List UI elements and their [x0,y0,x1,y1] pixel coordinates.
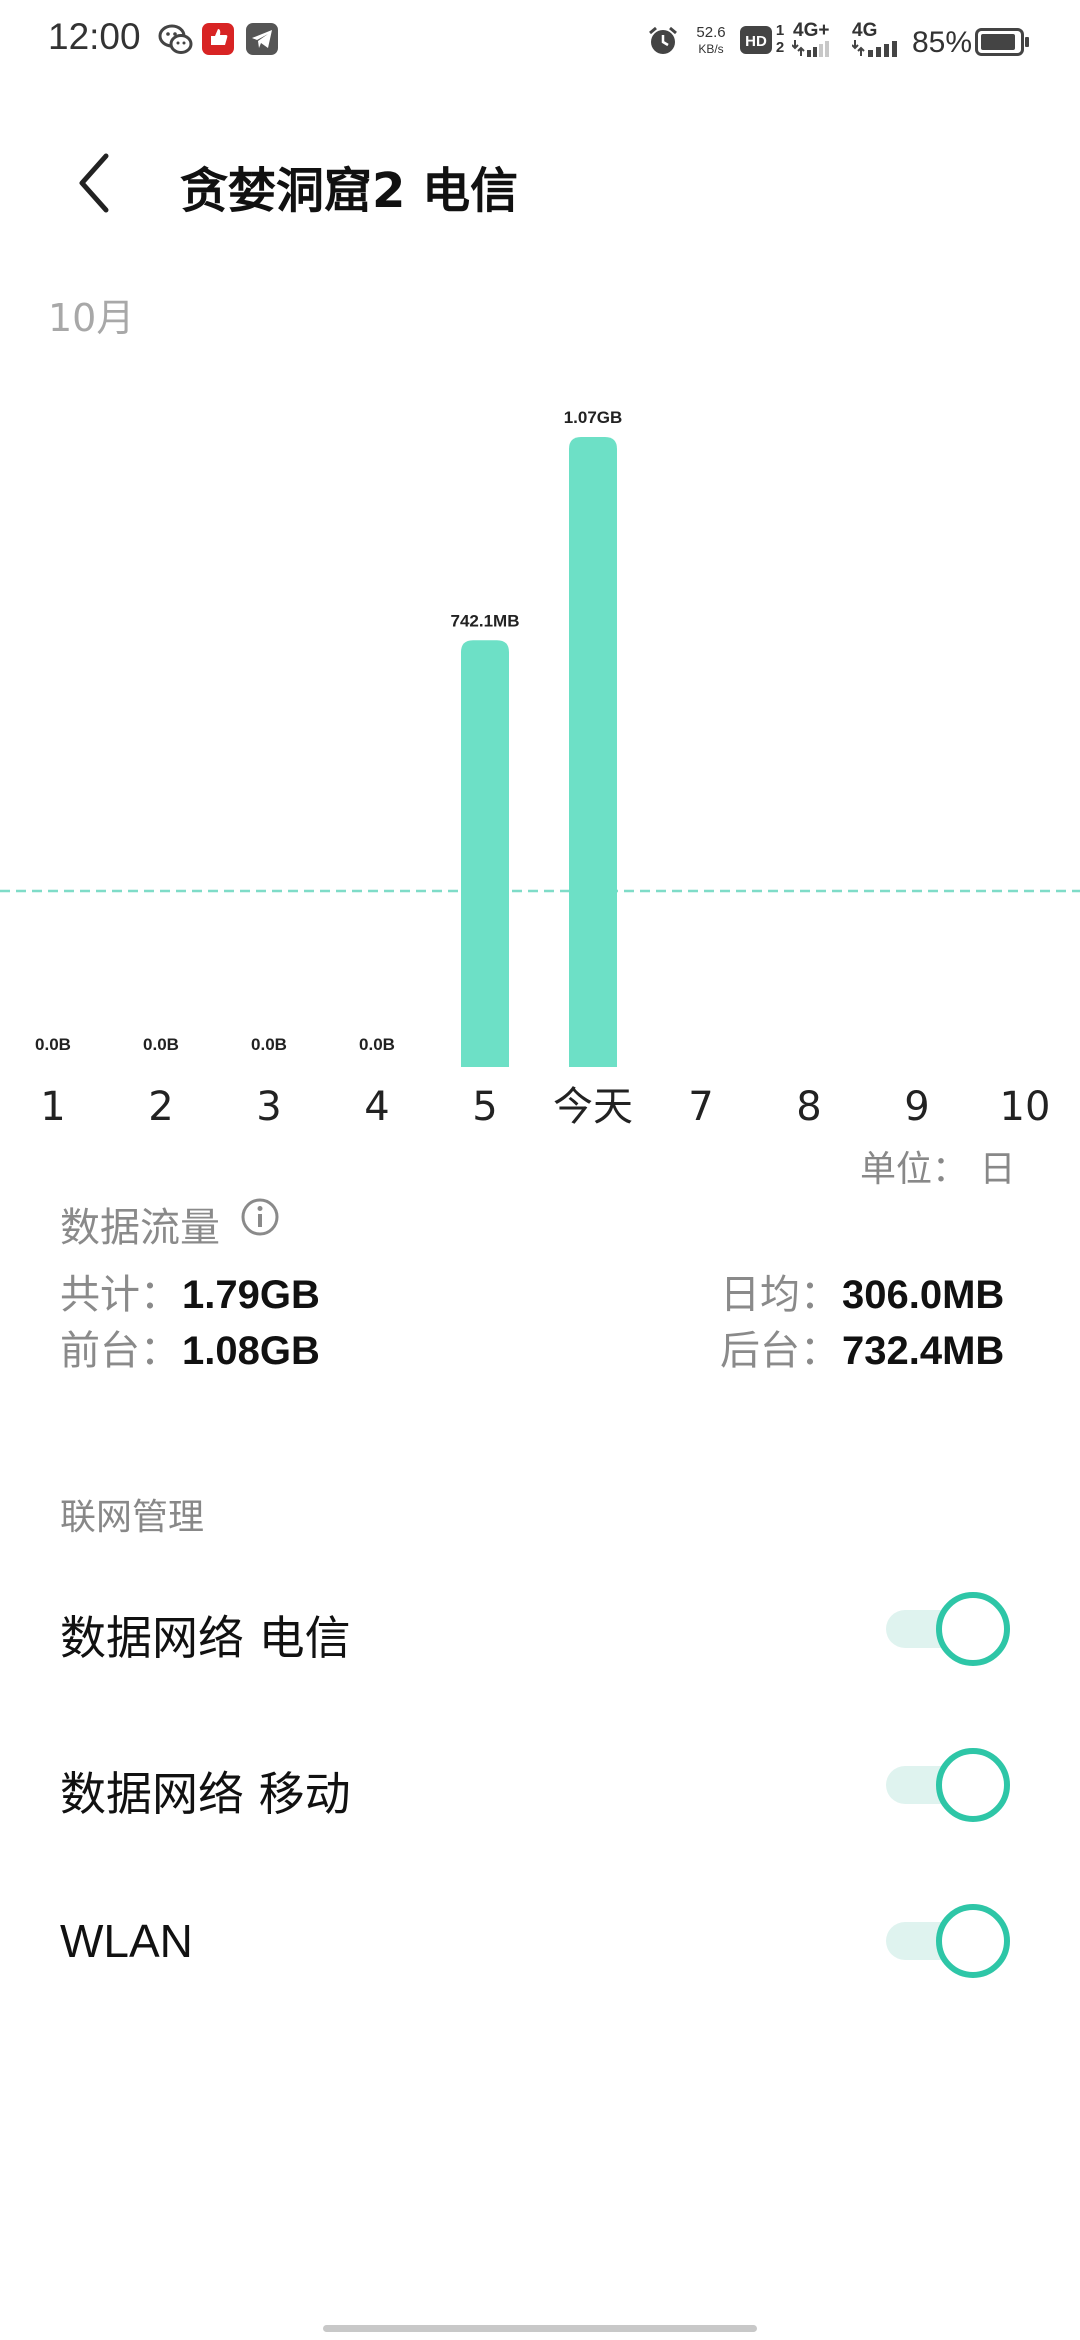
info-icon[interactable] [240,1197,280,1237]
bg-label: 后台： [720,1328,840,1374]
x-tick-label[interactable]: 10 [1000,1084,1051,1130]
hd-icon: HD [740,26,772,54]
toggle-knob [936,1592,1010,1666]
bar-value-label: 0.0B [35,1035,71,1054]
app-data-usage-screen: 12:00 52.6 KB/s HD 1 2 4G+ 4G 85% 贪婪洞窟2 … [0,0,1080,2340]
page-title: 贪婪洞窟2 电信 [180,163,519,219]
month-label: 10月 [48,296,135,340]
bar-value-label: 0.0B [359,1035,395,1054]
fg-value: 1.08GB [182,1329,320,1373]
signal-icon [852,40,897,57]
x-tick-label[interactable]: 9 [904,1084,929,1130]
x-tick-label[interactable]: 2 [148,1084,173,1130]
sim-labels: 1 2 [772,22,788,56]
speed-unit: KB/s [698,42,724,56]
row-label: 数据网络 移动 [60,1767,351,1821]
bar-value-label: 0.0B [251,1035,287,1054]
total-value: 1.79GB [182,1273,320,1317]
x-tick-label[interactable]: 4 [364,1084,389,1130]
wechat-icon [158,24,193,54]
toggle-data-network-telecom[interactable] [886,1592,1010,1666]
alarm-icon [649,26,677,54]
toggle-data-network-mobile[interactable] [886,1748,1010,1822]
bar-value-label: 1.07GB [564,408,623,427]
signal-icon [792,40,829,57]
x-tick-label[interactable]: 7 [688,1084,713,1130]
network-speed: 52.6 KB/s [690,24,732,58]
x-tick-label[interactable]: 1 [40,1084,65,1130]
bar-value-label: 742.1MB [451,611,520,630]
toggle-knob [936,1904,1010,1978]
row-label: 数据网络 电信 [60,1611,351,1665]
avg-value: 306.0MB [842,1273,1005,1317]
daily-usage-chart: 0.0B 1 0.0B 2 0.0B 3 0.0B 4 742.1MB 5 1.07GB 今天 7 8 9 1… [0,408,1080,1130]
back-icon[interactable] [72,150,120,216]
x-tick-label[interactable]: 8 [796,1084,821,1130]
total-usage: 共计：1.79GB [60,1262,320,1320]
row-data-network-mobile: 数据网络 移动 [0,1718,1080,1848]
network-management-title: 联网管理 [60,1497,205,1538]
row-label: WLAN [60,1915,193,1967]
toggle-wlan[interactable] [886,1904,1010,1978]
background-usage: 后台：732.4MB [720,1318,1004,1376]
x-tick-label[interactable]: 今天 [553,1084,633,1130]
hd-label: HD [745,33,767,50]
fg-label: 前台： [60,1328,180,1374]
unit-label: 单位： 日 [860,1149,1016,1190]
chart-bar[interactable] [569,437,617,1067]
toggle-knob [936,1748,1010,1822]
speed-value: 52.6 [696,24,726,41]
bar-value-label: 0.0B [143,1035,179,1054]
home-indicator[interactable] [323,2325,757,2332]
sim2-label: 2 [775,39,785,56]
x-tick-label[interactable]: 5 [472,1084,497,1130]
foreground-usage: 前台：1.08GB [60,1318,320,1376]
chart-bar[interactable] [461,640,509,1067]
avg-label: 日均： [720,1272,840,1318]
telegram-icon [246,23,278,55]
battery-icon [975,28,1029,56]
x-tick-label[interactable]: 3 [256,1084,281,1130]
app-icon [202,23,234,55]
row-wlan: WLAN [0,1874,1080,2004]
battery-percent: 85% [912,26,973,59]
total-label: 共计： [60,1272,180,1318]
row-data-network-telecom: 数据网络 电信 [0,1562,1080,1692]
data-usage-title: 数据流量 [60,1205,220,1251]
sim1-label: 1 [775,22,785,39]
daily-average: 日均：306.0MB [720,1262,1004,1320]
status-time: 12:00 [48,16,141,57]
bg-value: 732.4MB [842,1329,1005,1373]
status-bar: 12:00 52.6 KB/s HD 1 2 4G+ 4G 85% [0,0,1080,84]
